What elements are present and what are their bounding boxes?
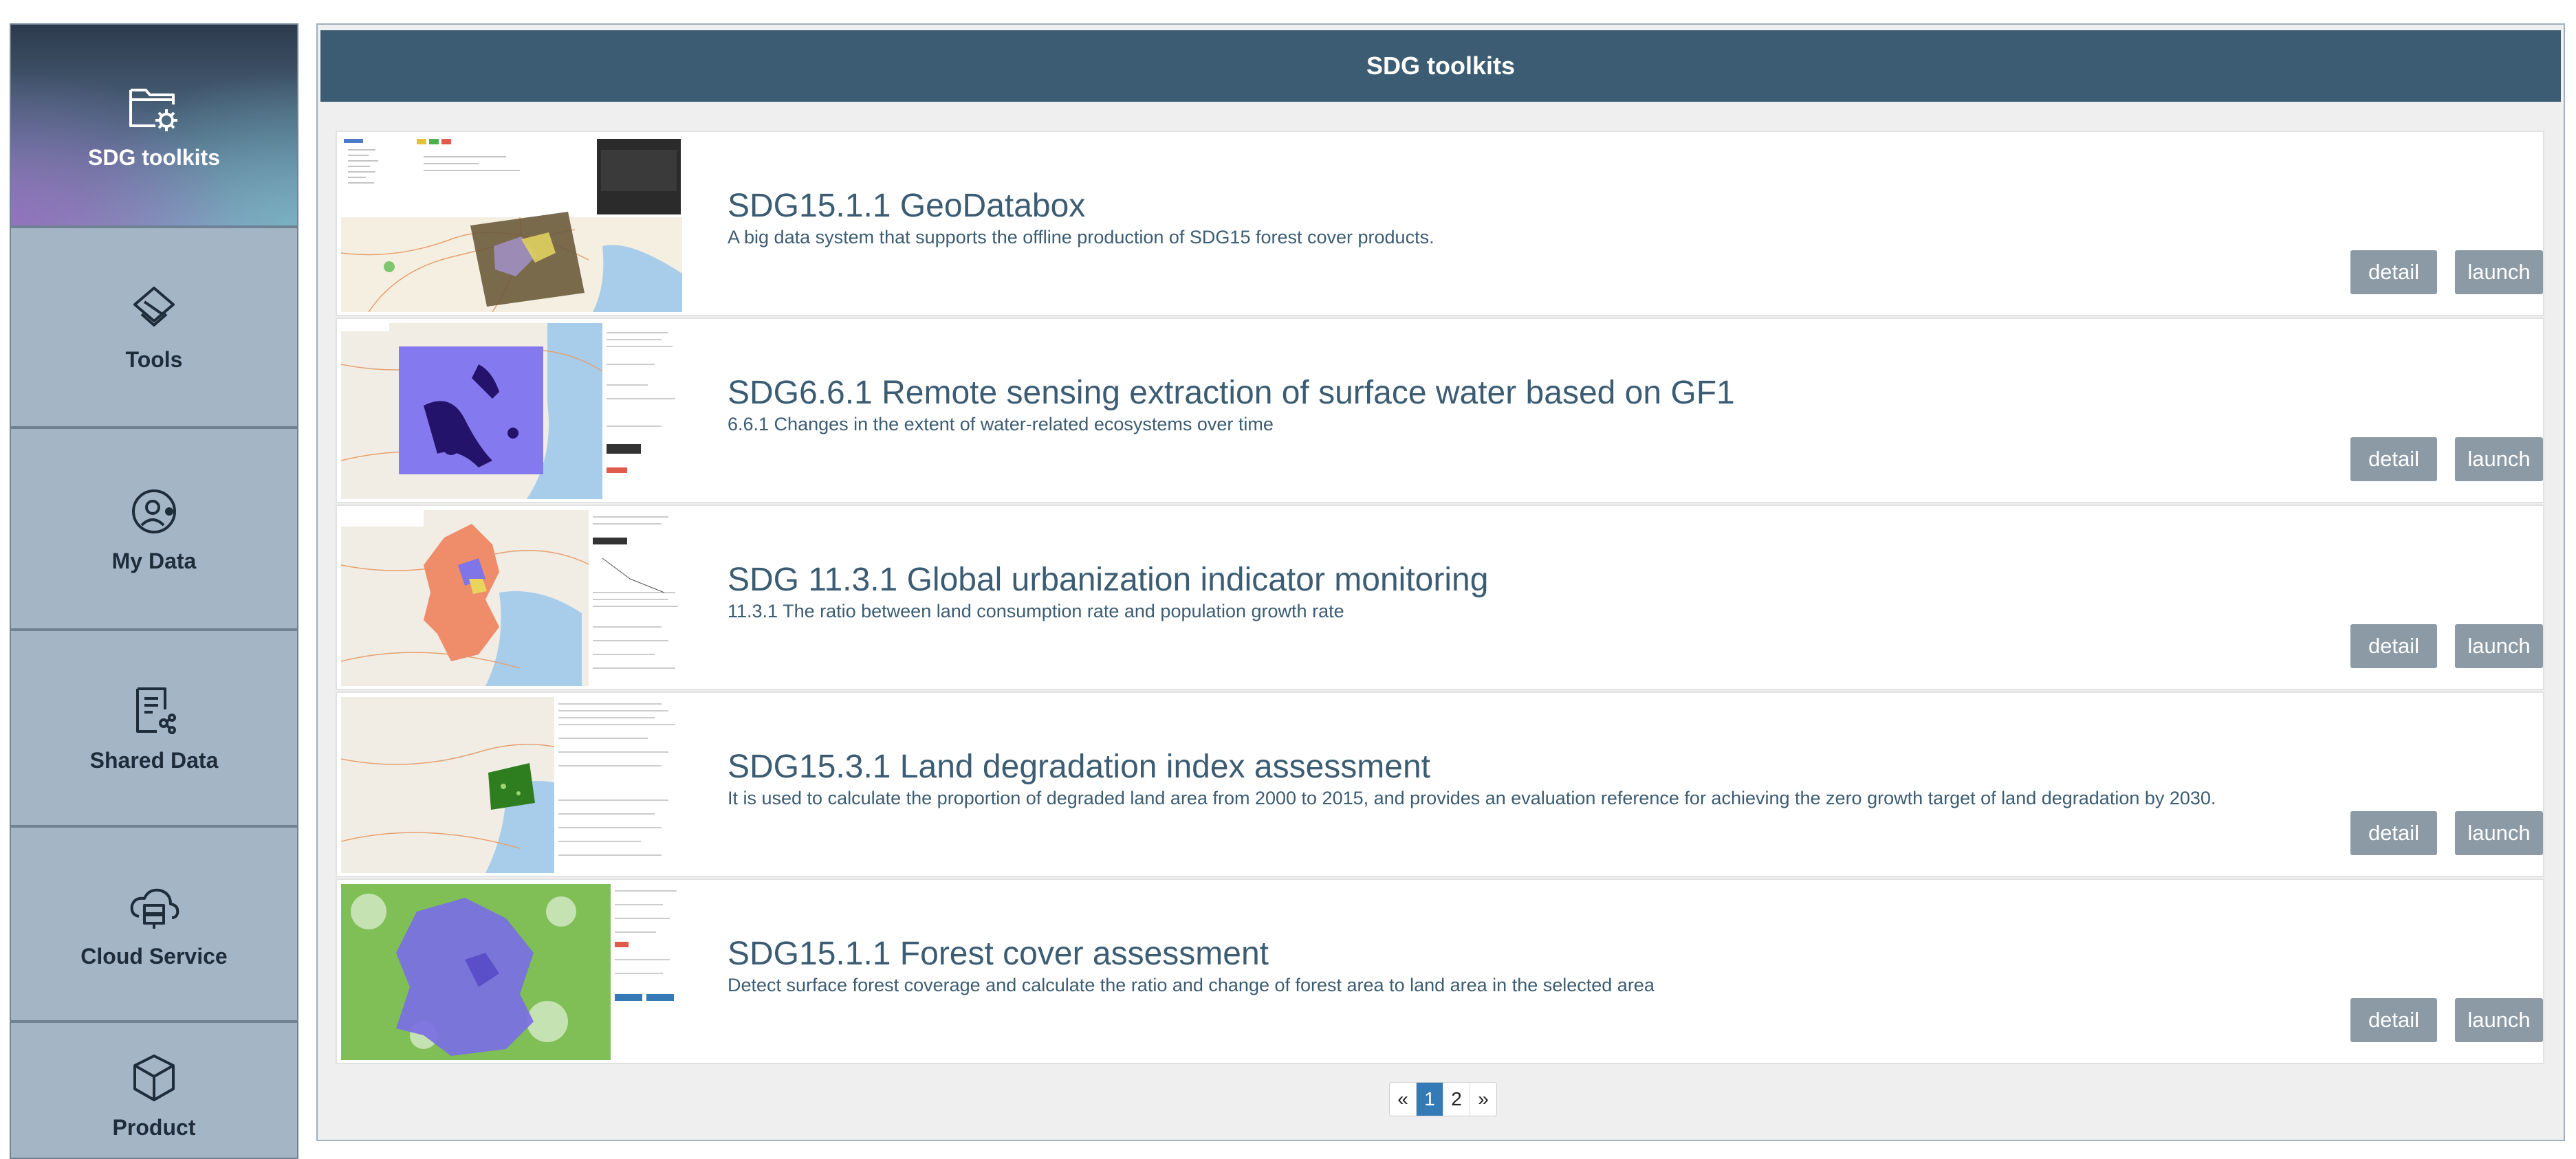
toolkit-description: A big data system that supports the offl…	[728, 227, 1434, 247]
detail-button[interactable]: detail	[2350, 437, 2437, 481]
pagination-page-1[interactable]: 1	[1417, 1083, 1443, 1116]
launch-button[interactable]: launch	[2455, 250, 2543, 294]
sidebar-item-tools[interactable]: Tools	[10, 227, 298, 428]
toolkit-title[interactable]: SDG6.6.1 Remote sensing extraction of su…	[728, 374, 1735, 412]
sidebar-item-label: My Data	[111, 548, 197, 573]
main-panel: SDG toolkits SDG15.1.1 GeoDatabox A big …	[316, 23, 2565, 1141]
pagination-prev[interactable]: «	[1390, 1083, 1417, 1116]
toolkit-description: It is used to calculate the proportion o…	[728, 788, 2216, 808]
toolkit-row: SDG15.1.1 GeoDatabox A big data system t…	[336, 131, 2544, 316]
user-circle-icon	[127, 484, 182, 539]
toolkit-thumbnail[interactable]	[341, 323, 682, 499]
sidebar-item-shared-data[interactable]: Shared Data	[10, 630, 298, 826]
toolkit-thumbnail[interactable]	[341, 884, 682, 1060]
toolkit-thumbnail[interactable]	[341, 510, 682, 686]
toolkit-thumbnail[interactable]	[341, 697, 682, 873]
toolkit-list: SDG15.1.1 GeoDatabox A big data system t…	[336, 131, 2544, 1066]
toolkit-title[interactable]: SDG15.1.1 GeoDatabox	[728, 187, 1085, 225]
toolkit-thumbnail[interactable]	[341, 136, 682, 312]
detail-button[interactable]: detail	[2350, 250, 2437, 294]
toolkit-row: SDG15.3.1 Land degradation index assessm…	[336, 692, 2544, 877]
toolkit-row: SDG15.1.1 Forest cover assessment Detect…	[336, 879, 2544, 1064]
cube-icon	[127, 1050, 182, 1105]
sidebar-item-label: Tools	[125, 346, 183, 372]
launch-button[interactable]: launch	[2455, 998, 2543, 1042]
toolkit-row: SDG6.6.1 Remote sensing extraction of su…	[336, 318, 2544, 503]
pagination-page-2[interactable]: 2	[1443, 1083, 1470, 1116]
toolkit-description: 11.3.1 The ratio between land consumptio…	[728, 601, 1344, 621]
toolkit-description: Detect surface forest coverage and calcu…	[728, 975, 1655, 995]
cloud-server-icon	[127, 879, 182, 934]
folder-gear-icon	[127, 80, 182, 135]
shared-document-icon	[127, 683, 182, 738]
launch-button[interactable]: launch	[2455, 811, 2543, 855]
sidebar-item-my-data[interactable]: My Data	[10, 428, 298, 630]
detail-button[interactable]: detail	[2350, 624, 2437, 668]
toolkit-title[interactable]: SDG15.1.1 Forest cover assessment	[728, 935, 1269, 973]
sidebar-item-cloud-service[interactable]: Cloud Service	[10, 826, 298, 1022]
launch-button[interactable]: launch	[2455, 437, 2543, 481]
launch-button[interactable]: launch	[2455, 624, 2543, 668]
sidebar-item-product[interactable]: Product	[10, 1022, 298, 1159]
sidebar-item-sdg-toolkits[interactable]: SDG toolkits	[10, 23, 298, 227]
pagination-next[interactable]: »	[1470, 1083, 1496, 1116]
sidebar: SDG toolkits Tools My Data Shared Data C…	[10, 23, 298, 1159]
toolkit-title[interactable]: SDG15.3.1 Land degradation index assessm…	[728, 748, 1430, 786]
sidebar-item-label: SDG toolkits	[87, 144, 220, 170]
detail-button[interactable]: detail	[2350, 998, 2437, 1042]
toolkit-description: 6.6.1 Changes in the extent of water-rel…	[728, 414, 1274, 434]
toolkit-row: SDG 11.3.1 Global urbanization indicator…	[336, 505, 2544, 690]
sidebar-item-label: Cloud Service	[80, 943, 228, 969]
layers-diamond-icon	[127, 283, 182, 338]
toolkit-title[interactable]: SDG 11.3.1 Global urbanization indicator…	[728, 561, 1488, 599]
detail-button[interactable]: detail	[2350, 811, 2437, 855]
sidebar-item-label: Shared Data	[89, 747, 219, 773]
pagination: « 1 2 »	[1389, 1082, 1497, 1116]
sidebar-item-label: Product	[112, 1115, 196, 1140]
page-title: SDG toolkits	[320, 30, 2561, 102]
